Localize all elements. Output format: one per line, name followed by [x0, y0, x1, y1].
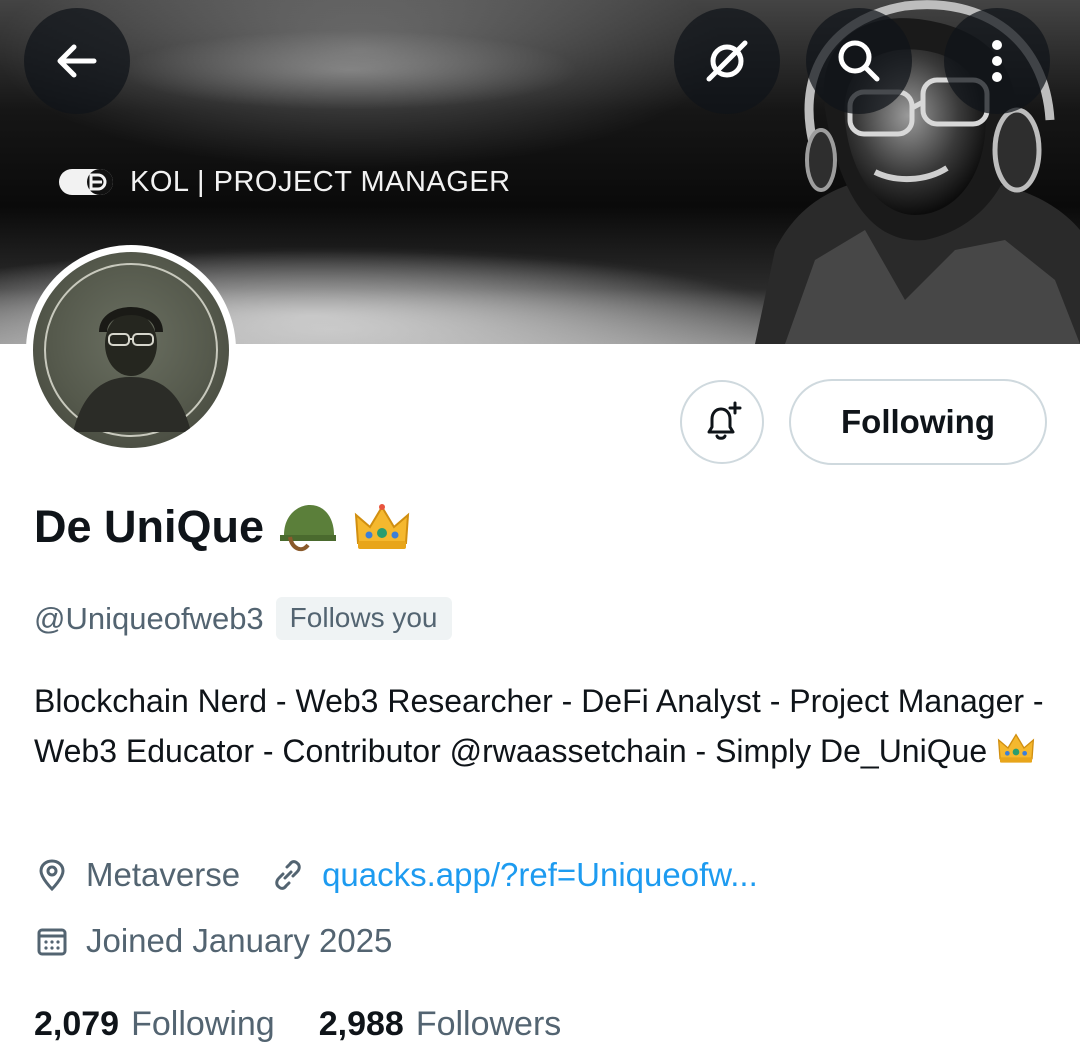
handle-row: @Uniqueofweb3 Follows you — [34, 597, 452, 640]
crown-emoji — [352, 497, 412, 557]
banner-title: KOL | PROJECT MANAGER — [130, 165, 511, 198]
link-icon — [275, 860, 301, 890]
search-icon — [838, 40, 880, 82]
bio: Blockchain Nerd - Web3 Researcher - DeFi… — [34, 676, 1054, 776]
followers-count: 2,988 — [318, 1005, 404, 1043]
arrow-left-icon — [57, 44, 97, 78]
following-count: 2,079 — [34, 1005, 120, 1043]
crown-emoji — [997, 733, 1035, 763]
followers-stat[interactable]: 2,988 Followers — [319, 1005, 562, 1044]
more-options-button[interactable] — [944, 8, 1050, 114]
banner-cloud — [120, 30, 580, 110]
brand-logo-icon — [59, 169, 113, 195]
military-helmet-emoji — [278, 497, 338, 557]
location-text: Metaverse — [86, 856, 241, 893]
following-label: Following — [131, 1005, 275, 1043]
joined-row: Joined January 2025 — [34, 922, 392, 960]
display-name: De UniQue — [34, 501, 265, 552]
website-link[interactable]: quacks.app/?ref=Uniqueofw... — [322, 856, 758, 894]
following-button[interactable]: Following — [789, 379, 1047, 465]
bio-text: Blockchain Nerd - Web3 Researcher - DeFi… — [34, 683, 1044, 769]
bell-plus-icon — [707, 401, 742, 440]
follows-you-badge: Follows you — [275, 597, 452, 640]
back-button[interactable] — [24, 8, 130, 114]
avatar-frame[interactable] — [26, 245, 236, 455]
notifications-button[interactable] — [680, 380, 764, 464]
calendar-icon — [37, 928, 67, 956]
display-name-row: De UniQue — [34, 497, 412, 557]
more-vertical-icon — [992, 40, 1002, 82]
grok-slash-circle-icon — [706, 40, 748, 82]
avatar[interactable] — [33, 252, 229, 448]
follow-stats: 2,079 Following 2,988 Followers — [34, 1005, 561, 1044]
banner-brand: KOL | PROJECT MANAGER — [58, 160, 511, 204]
user-handle: @Uniqueofweb3 — [34, 600, 264, 636]
search-button[interactable] — [806, 8, 912, 114]
following-stat[interactable]: 2,079 Following — [34, 1005, 275, 1044]
joined-date: Joined January 2025 — [86, 922, 393, 959]
followers-label: Followers — [415, 1005, 562, 1043]
profile-meta-row: Metaverse quacks.app/?ref=Uniqueofw... — [34, 856, 758, 894]
avatar-image — [44, 263, 218, 437]
grok-button[interactable] — [674, 8, 780, 114]
location-pin-icon — [39, 859, 65, 892]
